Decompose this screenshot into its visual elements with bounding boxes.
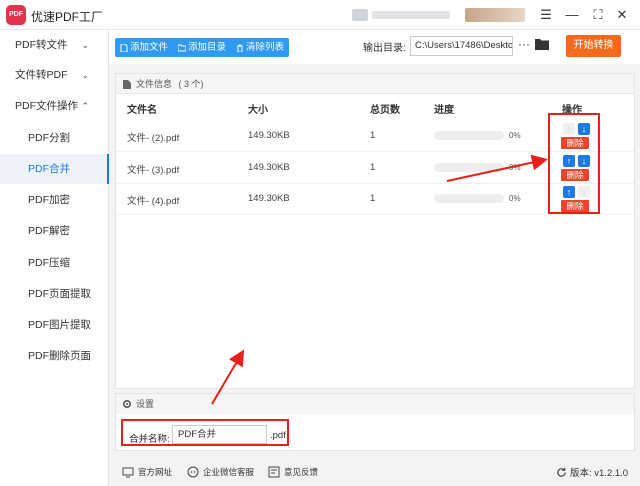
file-actions-group: 添加文件 添加目录 清除列表 xyxy=(115,38,290,57)
settings-header: 设置 xyxy=(116,394,634,414)
sidebar-item-pdf-operations[interactable]: PDF文件操作 ⌃ xyxy=(0,91,109,121)
progress-percent: 0% xyxy=(509,163,521,172)
trash-icon xyxy=(237,44,244,52)
file-icon xyxy=(120,43,128,52)
browse-dots-button[interactable]: ··· xyxy=(518,37,530,51)
sidebar-item-pdf-decrypt[interactable]: PDF解密 xyxy=(0,216,109,246)
add-file-button[interactable]: 添加文件 xyxy=(115,38,173,57)
sidebar-item-pdf-split[interactable]: PDF分割 xyxy=(0,123,109,153)
clear-list-label: 清除列表 xyxy=(246,42,285,53)
feedback-label: 意见反馈 xyxy=(284,467,319,477)
add-directory-button[interactable]: 添加目录 xyxy=(173,38,231,57)
clear-list-button[interactable]: 清除列表 xyxy=(231,38,289,57)
add-file-label: 添加文件 xyxy=(130,42,169,53)
file-size: 149.30KB xyxy=(248,193,290,204)
file-size: 149.30KB xyxy=(248,130,290,141)
progress-bar xyxy=(434,194,504,203)
sidebar-item-pdf-to-file[interactable]: PDF转文件 ⌄ xyxy=(0,30,109,60)
chevron-down-icon: ⌄ xyxy=(81,40,89,50)
file-name: 文件- (2).pdf xyxy=(127,133,180,144)
website-label: 官方网址 xyxy=(138,467,173,477)
settings-title: 设置 xyxy=(136,399,155,409)
add-directory-label: 添加目录 xyxy=(188,42,227,53)
version-label: 版本: v1.2.1.0 xyxy=(570,468,629,479)
close-icon[interactable]: ✕ xyxy=(613,6,631,24)
file-size: 149.30KB xyxy=(248,162,290,173)
column-header-size: 大小 xyxy=(248,105,268,116)
folder-icon xyxy=(178,44,187,51)
sidebar-item-label: PDF文件操作 xyxy=(15,100,78,112)
progress-percent: 0% xyxy=(509,194,521,203)
file-pages: 1 xyxy=(370,162,376,173)
annotation-highlight-merge-name xyxy=(121,419,289,446)
sidebar-item-pdf-page-extract[interactable]: PDF页面提取 xyxy=(0,279,109,309)
app-logo: PDF xyxy=(6,5,26,25)
version-info[interactable]: 版本: v1.2.1.0 xyxy=(556,465,628,479)
file-name: 文件- (3).pdf xyxy=(127,165,180,176)
progress-bar xyxy=(434,163,504,172)
output-directory-field[interactable]: C:\Users\17486\Desktop xyxy=(410,36,513,56)
maximize-icon[interactable]: ⛶ xyxy=(589,6,607,24)
sidebar: PDF转文件 ⌄ 文件转PDF ⌄ PDF文件操作 ⌃ PDF分割 PDF合并 … xyxy=(0,30,109,486)
menu-icon[interactable]: ☰ xyxy=(537,6,555,24)
sidebar-item-file-to-pdf[interactable]: 文件转PDF ⌄ xyxy=(0,60,109,90)
minimize-icon[interactable]: — xyxy=(563,6,581,24)
wechat-support-label: 企业微信客服 xyxy=(203,467,255,477)
monitor-icon xyxy=(122,467,134,478)
blurred-account-info xyxy=(372,11,450,19)
refresh-icon xyxy=(557,467,566,477)
gear-icon xyxy=(122,399,132,409)
output-directory-label: 输出目录: xyxy=(363,43,406,54)
sidebar-item-label: 文件转PDF xyxy=(15,69,68,81)
file-name: 文件- (4).pdf xyxy=(127,196,180,207)
sidebar-item-pdf-merge[interactable]: PDF合并 xyxy=(0,154,109,184)
progress-bar xyxy=(434,131,504,140)
file-pages: 1 xyxy=(370,130,376,141)
sidebar-item-pdf-compress[interactable]: PDF压缩 xyxy=(0,248,109,278)
column-header-name: 文件名 xyxy=(127,105,157,116)
feedback-icon xyxy=(268,466,280,478)
sidebar-item-pdf-delete-pages[interactable]: PDF删除页面 xyxy=(0,341,109,371)
file-pages: 1 xyxy=(370,193,376,204)
chevron-down-icon: ⌄ xyxy=(81,70,89,80)
title-bar: PDF 优速PDF工厂 ☰ — ⛶ ✕ xyxy=(0,0,640,30)
file-count: ( 3 个) xyxy=(178,79,204,89)
blurred-avatar xyxy=(352,9,368,21)
website-link[interactable]: 官方网址 xyxy=(122,466,172,478)
chevron-up-icon: ⌃ xyxy=(81,101,89,111)
progress-percent: 0% xyxy=(509,131,521,140)
open-folder-icon[interactable] xyxy=(535,38,549,50)
blurred-badge xyxy=(465,8,525,22)
file-info-header: 文件信息 ( 3 个) xyxy=(116,74,634,94)
feedback-link[interactable]: 意见反馈 xyxy=(268,466,318,478)
start-convert-button[interactable]: 开始转换 xyxy=(566,35,621,57)
app-title: 优速PDF工厂 xyxy=(31,10,104,24)
column-header-pages: 总页数 xyxy=(370,105,400,116)
sidebar-item-pdf-encrypt[interactable]: PDF加密 xyxy=(0,185,109,215)
sidebar-item-pdf-image-extract[interactable]: PDF图片提取 xyxy=(0,310,109,340)
file-info-title: 文件信息 xyxy=(136,79,173,89)
document-icon xyxy=(123,80,131,89)
toolbar: 添加文件 添加目录 清除列表 输出目录: C:\Users\17486\Desk… xyxy=(109,30,640,64)
chat-icon xyxy=(187,466,199,478)
column-header-progress: 进度 xyxy=(434,105,454,116)
wechat-support-link[interactable]: 企业微信客服 xyxy=(187,466,254,478)
annotation-highlight-actions xyxy=(548,113,600,214)
sidebar-item-label: PDF转文件 xyxy=(15,39,68,51)
